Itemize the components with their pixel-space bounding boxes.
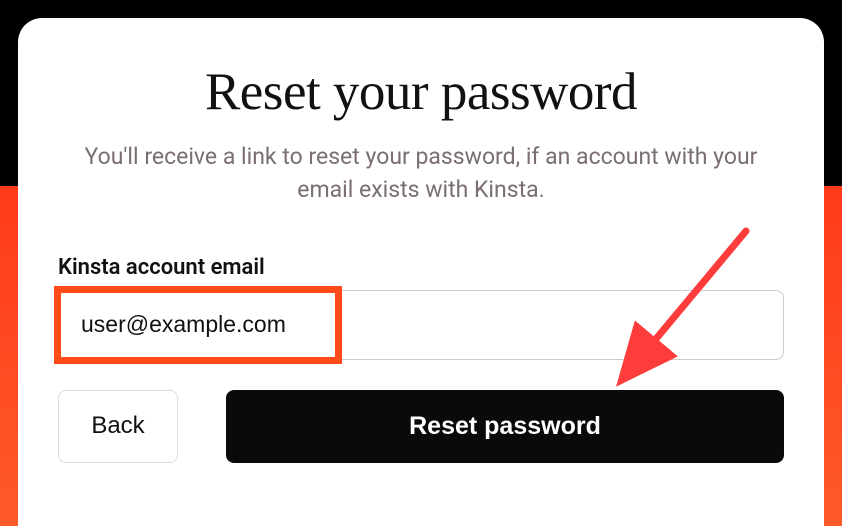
page-title: Reset your password bbox=[58, 62, 784, 122]
email-input-wrap bbox=[58, 290, 784, 360]
reset-password-button[interactable]: Reset password bbox=[226, 390, 784, 463]
decorative-gradient-right bbox=[822, 186, 842, 526]
page-subtitle: You'll receive a link to reset your pass… bbox=[58, 140, 784, 207]
email-label: Kinsta account email bbox=[58, 255, 784, 280]
email-field[interactable] bbox=[58, 290, 784, 360]
back-button[interactable]: Back bbox=[58, 390, 178, 463]
reset-password-card: Reset your password You'll receive a lin… bbox=[18, 18, 824, 526]
button-row: Back Reset password bbox=[58, 390, 784, 463]
decorative-gradient-left bbox=[0, 186, 20, 526]
